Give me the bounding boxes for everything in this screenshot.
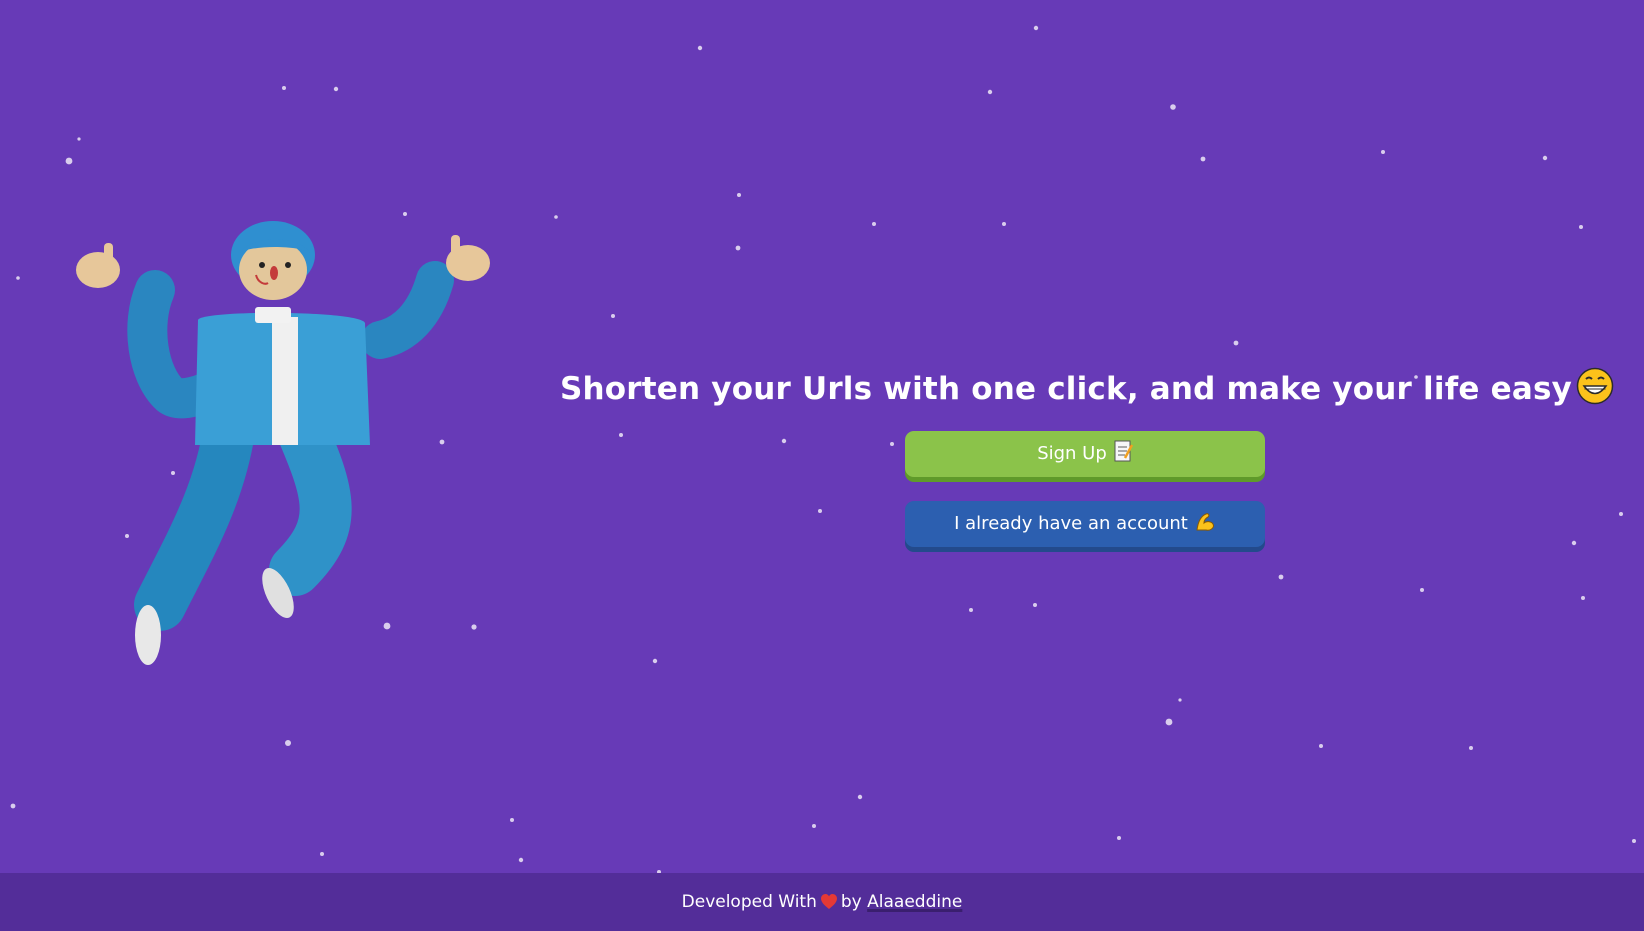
footer-by: by — [840, 892, 862, 912]
grinning-face-icon — [1576, 367, 1614, 405]
jumping-man-illustration — [76, 221, 490, 665]
sign-up-button[interactable]: Sign Up — [905, 431, 1265, 477]
heart-icon — [820, 894, 837, 909]
footer: Developed With by Alaaeddine — [0, 873, 1644, 931]
login-button[interactable]: I already have an account — [905, 501, 1265, 547]
flexed-biceps-icon — [1196, 513, 1214, 531]
headline-text: Shorten your Urls with one click, and ma… — [560, 371, 1572, 407]
page-headline: Shorten your Urls with one click, and ma… — [560, 360, 1614, 418]
memo-icon — [1114, 440, 1133, 462]
login-label: I already have an account — [954, 513, 1188, 534]
sign-up-label: Sign Up — [1037, 443, 1107, 464]
footer-prefix: Developed With — [681, 892, 817, 912]
author-link[interactable]: Alaaeddine — [867, 892, 962, 912]
hero-section: Shorten your Urls with one click, and ma… — [560, 360, 1614, 547]
